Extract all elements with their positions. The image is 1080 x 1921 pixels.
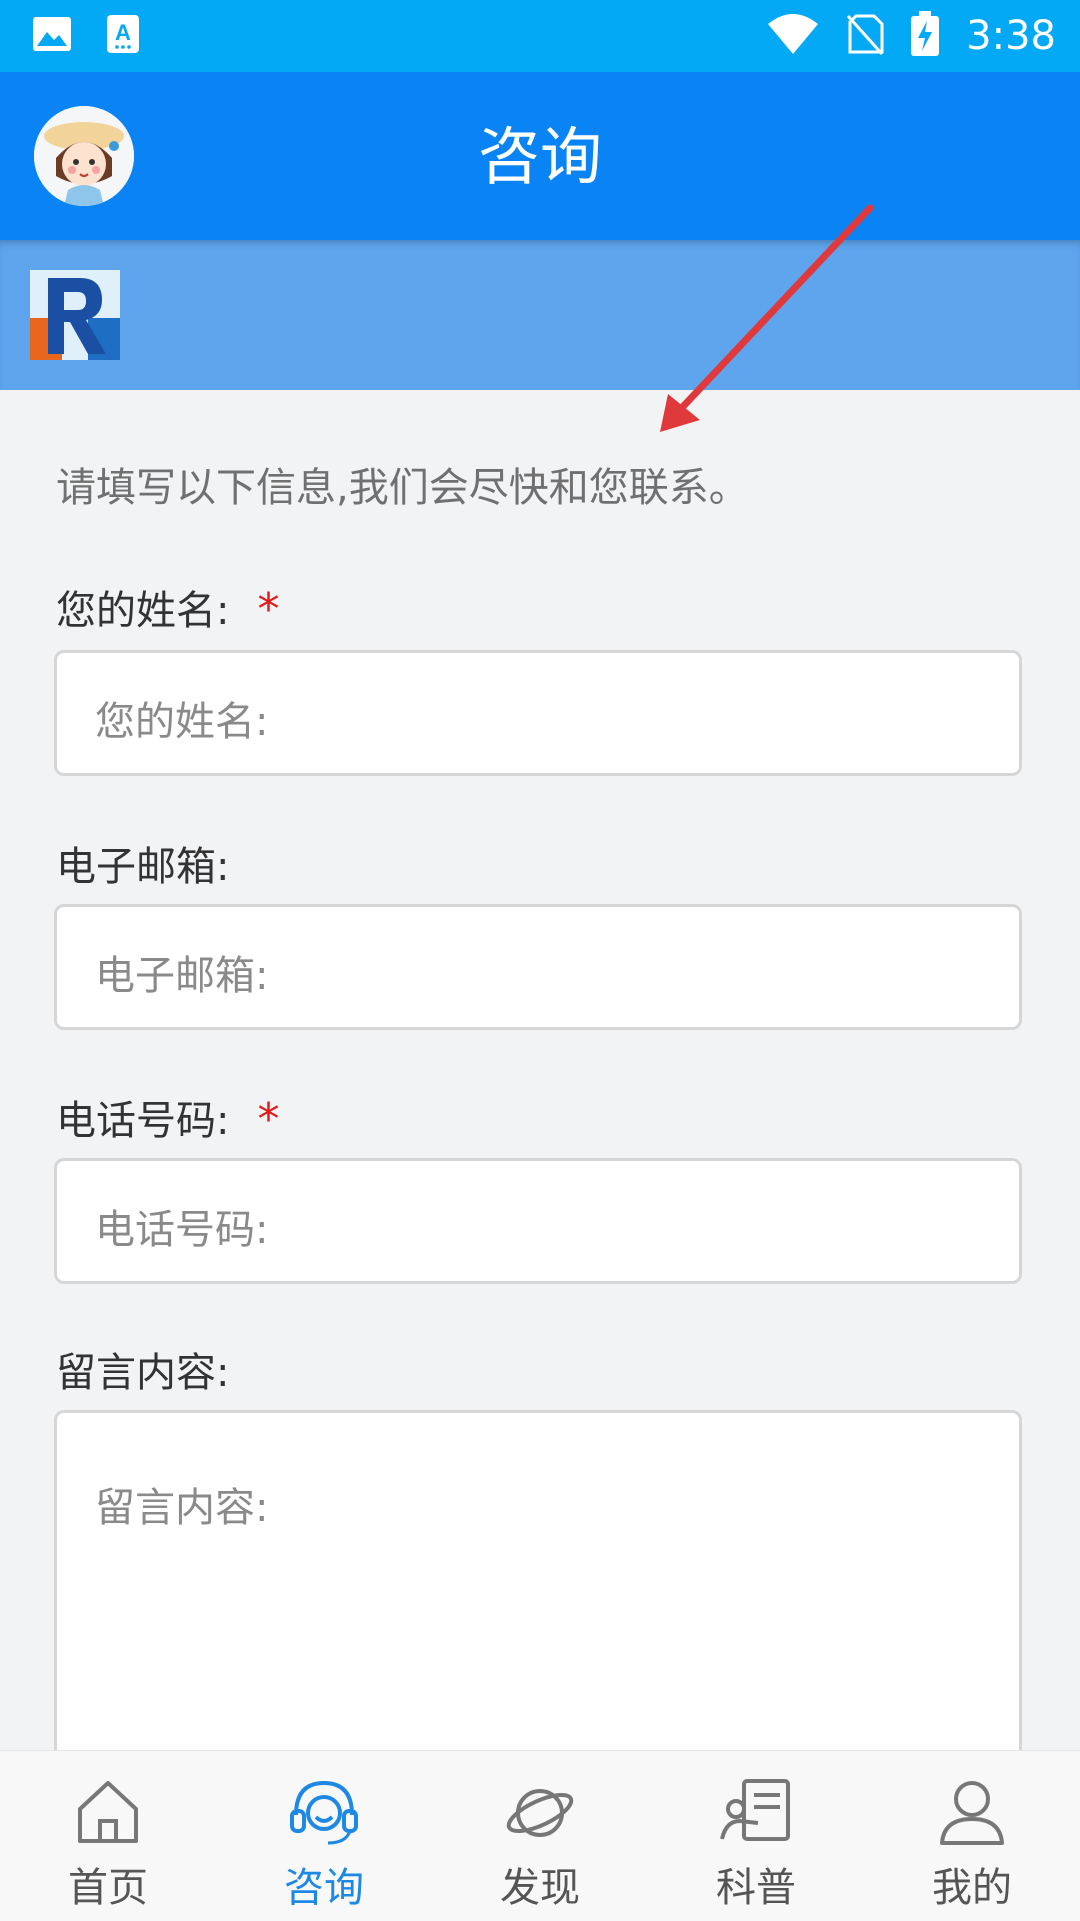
email-placeholder: 电子邮箱:: [95, 953, 269, 999]
reading-icon: [718, 1773, 794, 1849]
user-icon: [934, 1773, 1010, 1849]
name-placeholder: 您的姓名:: [95, 699, 269, 745]
battery-charging-icon: [910, 11, 940, 61]
nav-mine[interactable]: 我的: [864, 1751, 1080, 1921]
message-placeholder: 留言内容:: [95, 1485, 269, 1531]
clock: 3:38: [966, 13, 1056, 59]
home-icon: [70, 1773, 146, 1849]
nav-consult[interactable]: 咨询: [216, 1751, 432, 1921]
required-mark: *: [257, 1094, 280, 1145]
phone-label: 电话号码: *: [56, 1094, 280, 1145]
nav-home[interactable]: 首页: [0, 1751, 216, 1921]
name-label: 您的姓名: *: [56, 584, 280, 635]
phone-placeholder: 电话号码:: [95, 1207, 269, 1253]
image-icon: [32, 16, 72, 56]
no-sim-icon: [846, 12, 884, 60]
headset-icon: [286, 1773, 362, 1849]
email-field[interactable]: 电子邮箱:: [54, 904, 1022, 1030]
message-textarea[interactable]: 留言内容:: [54, 1410, 1022, 1770]
required-mark: *: [257, 584, 280, 635]
bottom-nav: 首页 咨询 发现 科普 我的: [0, 1750, 1080, 1921]
email-label: 电子邮箱:: [56, 844, 230, 890]
svg-text:A: A: [115, 20, 131, 45]
nav-science[interactable]: 科普: [648, 1751, 864, 1921]
message-label: 留言内容:: [56, 1350, 230, 1396]
name-field[interactable]: 您的姓名:: [54, 650, 1022, 776]
brand-logo: [30, 270, 120, 360]
planet-icon: [502, 1773, 578, 1849]
app-bar: 咨询: [0, 72, 1080, 240]
a-app-icon: A: [106, 14, 140, 58]
status-bar: A 3:38: [0, 0, 1080, 72]
page-title: 咨询: [477, 120, 602, 193]
form-intro: 请填写以下信息,我们会尽快和您联系。: [56, 465, 749, 511]
banner: [0, 240, 1080, 390]
phone-field[interactable]: 电话号码:: [54, 1158, 1022, 1284]
wifi-icon: [766, 12, 820, 60]
nav-discover[interactable]: 发现: [432, 1751, 648, 1921]
